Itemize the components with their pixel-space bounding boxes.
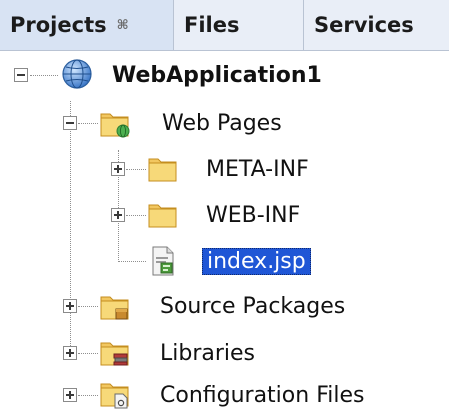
expand-toggle[interactable] — [63, 388, 77, 402]
folder-icon — [148, 204, 177, 228]
tab-projects-label: Projects — [10, 13, 107, 37]
project-tree: WebApplication1 Web Pages META-INF WEB-I… — [0, 51, 449, 410]
tree-node-index-jsp[interactable]: index.jsp — [202, 241, 311, 281]
tab-projects[interactable]: Projects ⌘ — [0, 0, 174, 50]
tree-node-project[interactable]: WebApplication1 — [112, 55, 322, 95]
close-icon[interactable]: ⌘ — [117, 18, 129, 33]
web-pages-folder-icon — [100, 113, 130, 138]
tab-files-label: Files — [184, 13, 240, 37]
libraries-label: Libraries — [160, 340, 256, 366]
source-packages-icon — [100, 296, 129, 320]
expand-toggle[interactable] — [63, 346, 77, 360]
tree-node-web-inf[interactable]: WEB-INF — [206, 195, 300, 235]
tree-node-web-pages[interactable]: Web Pages — [162, 103, 282, 143]
tree-connector — [78, 123, 98, 124]
tree-connector — [70, 101, 71, 354]
web-pages-label: Web Pages — [162, 110, 282, 136]
collapse-toggle[interactable] — [14, 68, 28, 82]
tab-bar: Projects ⌘ Files Services — [0, 0, 449, 51]
meta-inf-label: META-INF — [206, 156, 309, 182]
tree-node-configuration-files[interactable]: Configuration Files — [160, 375, 364, 415]
tree-connector — [126, 169, 146, 170]
expand-toggle[interactable] — [111, 208, 125, 222]
project-label: WebApplication1 — [112, 62, 322, 88]
tree-node-meta-inf[interactable]: META-INF — [206, 149, 309, 189]
collapse-toggle[interactable] — [63, 116, 77, 130]
tree-node-libraries[interactable]: Libraries — [160, 333, 255, 373]
tree-connector — [30, 75, 58, 76]
tree-node-source-packages[interactable]: Source Packages — [160, 286, 345, 326]
index-jsp-label: index.jsp — [202, 247, 311, 275]
configuration-files-icon — [100, 383, 129, 409]
tree-connector — [78, 306, 98, 307]
web-inf-label: WEB-INF — [206, 202, 301, 228]
expand-toggle[interactable] — [63, 299, 77, 313]
tree-connector — [78, 395, 98, 396]
folder-icon — [148, 158, 177, 182]
tree-connector — [126, 215, 146, 216]
tab-files[interactable]: Files — [174, 0, 304, 50]
configuration-files-label: Configuration Files — [160, 382, 365, 408]
libraries-icon — [100, 342, 129, 366]
tree-connector — [78, 353, 98, 354]
tree-connector — [118, 261, 146, 262]
tab-services[interactable]: Services — [304, 0, 449, 50]
tab-services-label: Services — [314, 13, 414, 37]
globe-icon — [62, 59, 92, 89]
jsp-file-icon — [152, 246, 174, 276]
source-packages-label: Source Packages — [160, 293, 346, 319]
expand-toggle[interactable] — [111, 162, 125, 176]
